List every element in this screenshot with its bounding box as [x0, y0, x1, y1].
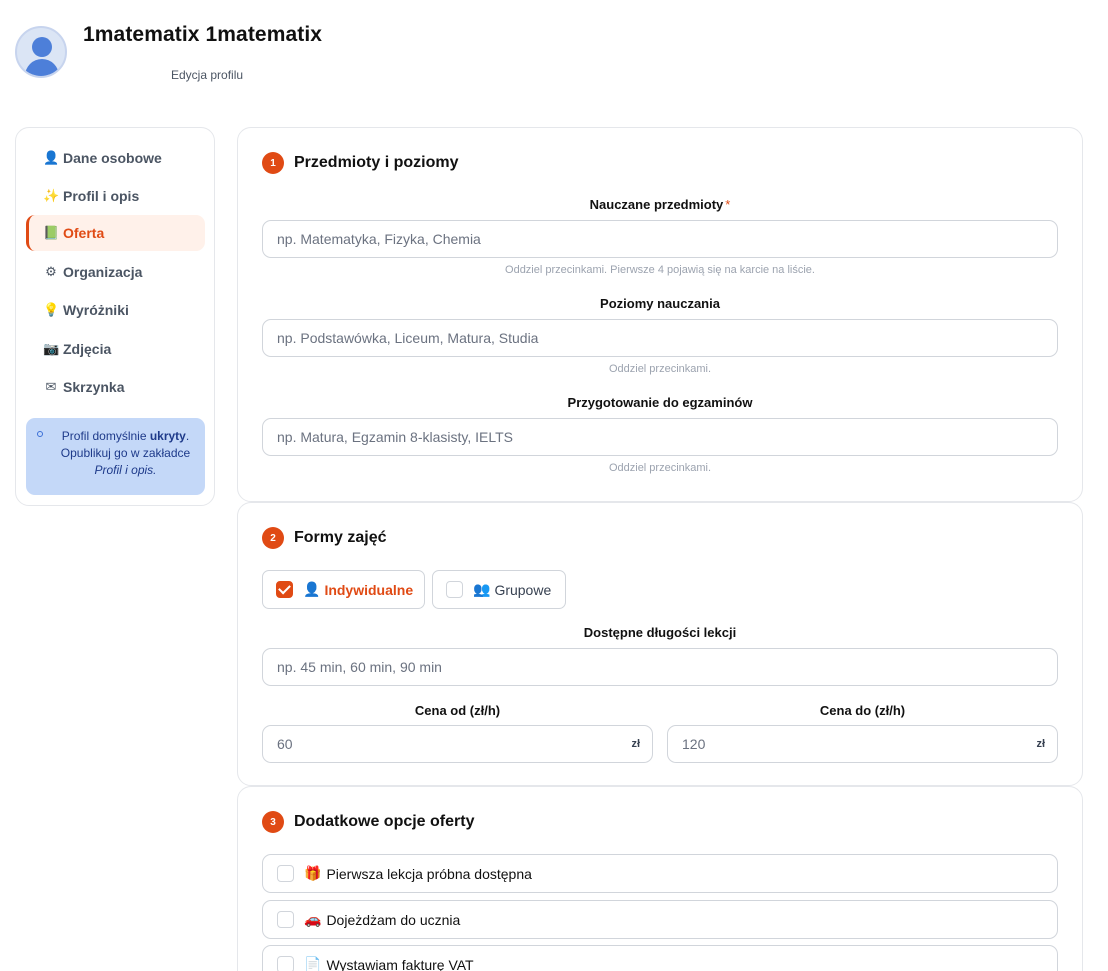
option-travel-to-student[interactable]: 🚗 Dojeżdżam do ucznia	[262, 900, 1058, 939]
price-to-input[interactable]: 120 zł	[667, 725, 1058, 763]
camera-icon: 📷	[43, 341, 60, 356]
section-header: 3 Dodatkowe opcje oferty	[262, 811, 474, 833]
section-header: 2 Formy zajęć	[262, 527, 386, 549]
avatar-body-shape	[25, 59, 59, 76]
subjects-input[interactable]: np. Matematyka, Fizyka, Chemia	[262, 220, 1058, 258]
sidebar-item-label: Oferta	[63, 225, 105, 241]
sidebar-item-oferta[interactable]: 📗 Oferta	[26, 215, 205, 251]
price-from-input[interactable]: 60 zł	[262, 725, 653, 763]
form-individual-option[interactable]: 👤 Indywidualne	[262, 570, 425, 609]
lesson-lengths-label: Dostępne długości lekcji	[583, 625, 737, 640]
profile-subtitle: Edycja profilu	[171, 68, 244, 82]
sparkles-icon: ✨	[43, 188, 60, 203]
option-trial-lesson[interactable]: 🎁 Pierwsza lekcja próbna dostępna	[262, 854, 1058, 893]
section-number-badge: 2	[262, 527, 284, 549]
profile-edit-page: 1matematix 1matematix Edycja profilu 👤 D…	[0, 0, 1108, 971]
people-icon: 👥	[473, 581, 491, 597]
envelope-icon: ✉	[45, 379, 57, 394]
sidebar-item-wyrozniki[interactable]: 💡 Wyróżniki	[26, 292, 205, 328]
subjects-label: Nauczane przedmioty *	[589, 197, 731, 212]
gift-icon: 🎁	[304, 865, 322, 881]
exams-hint: Oddziel przecinkami.	[608, 462, 712, 474]
section-title: Przedmioty i poziomy	[294, 154, 459, 171]
notice-hidden-word: ukryty	[149, 429, 186, 443]
section-title: Formy zajęć	[294, 529, 387, 546]
sidebar-item-label: Skrzynka	[63, 379, 125, 395]
currency-suffix: zł	[631, 738, 640, 750]
section-extra-options: 3 Dodatkowe opcje oferty 🎁 Pierwsza lekc…	[237, 786, 1083, 971]
levels-input[interactable]: np. Podstawówka, Liceum, Matura, Studia	[262, 319, 1058, 357]
checkbox[interactable]	[446, 581, 463, 598]
form-label: Grupowe	[494, 581, 552, 598]
exams-label: Przygotowanie do egzaminów	[567, 395, 753, 410]
form-label: Indywidualne	[324, 581, 414, 598]
checkbox[interactable]	[277, 865, 294, 882]
section-header: 1 Przedmioty i poziomy	[262, 152, 458, 174]
notice-line-1: Profil domyślnie ukryty.	[61, 429, 190, 443]
section-number-badge: 3	[262, 811, 284, 833]
currency-suffix: zł	[1036, 738, 1045, 750]
checkbox[interactable]	[277, 956, 294, 971]
sidebar-item-label: Dane osobowe	[63, 150, 162, 166]
avatar-head-shape	[32, 37, 52, 57]
document-icon: 📄	[304, 956, 322, 971]
sidebar-item-organizacja[interactable]: ⚙ Organizacja	[26, 254, 205, 290]
checkbox-checked[interactable]	[276, 581, 293, 598]
option-vat-invoice[interactable]: 📄 Wystawiam fakturę VAT	[262, 945, 1058, 971]
gear-icon: ⚙	[45, 264, 57, 279]
option-label: Pierwsza lekcja próbna dostępna	[326, 865, 532, 882]
lesson-lengths-input[interactable]: np. 45 min, 60 min, 90 min	[262, 648, 1058, 686]
sidebar-item-label: Zdjęcia	[63, 341, 112, 357]
subjects-hint: Oddziel przecinkami. Pierwsze 4 pojawią …	[505, 264, 815, 276]
section-subjects-levels: 1 Przedmioty i poziomy Nauczane przedmio…	[237, 127, 1083, 502]
form-group-option[interactable]: 👥 Grupowe	[432, 570, 566, 609]
car-icon: 🚗	[304, 911, 322, 927]
option-label: Wystawiam fakturę VAT	[326, 956, 474, 971]
notice-line-3[interactable]: Profil i opis.	[56, 462, 195, 479]
visibility-notice: Profil domyślnie ukryty. Opublikuj go w …	[26, 418, 205, 495]
sidebar-item-profil-i-opis[interactable]: ✨ Profil i opis	[26, 178, 205, 214]
person-icon: 👤	[303, 581, 321, 597]
avatar[interactable]	[15, 26, 67, 78]
info-icon	[37, 431, 43, 437]
profile-name: 1matematix 1matematix	[83, 23, 323, 46]
book-icon: 📗	[43, 225, 60, 240]
sidebar-item-label: Organizacja	[63, 264, 143, 280]
lightbulb-icon: 💡	[43, 302, 60, 317]
sidebar-item-label: Profil i opis	[63, 188, 140, 204]
section-number-badge: 1	[262, 152, 284, 174]
sidebar-item-label: Wyróżniki	[63, 302, 129, 318]
required-asterisk: *	[725, 197, 731, 212]
price-from-label: Cena od (zł/h)	[414, 703, 501, 718]
section-title: Dodatkowe opcje oferty	[294, 813, 475, 830]
exams-input[interactable]: np. Matura, Egzamin 8-klasisty, IELTS	[262, 418, 1058, 456]
sidebar-item-zdjecia[interactable]: 📷 Zdjęcia	[26, 331, 205, 367]
price-to-label: Cena do (zł/h)	[819, 703, 906, 718]
checkbox[interactable]	[277, 911, 294, 928]
sidebar-item-dane-osobowe[interactable]: 👤 Dane osobowe	[26, 140, 205, 176]
levels-hint: Oddziel przecinkami.	[608, 363, 712, 375]
sidebar: 👤 Dane osobowe ✨ Profil i opis 📗 Oferta …	[15, 127, 215, 506]
levels-label: Poziomy nauczania	[600, 296, 720, 311]
option-label: Dojeżdżam do ucznia	[326, 911, 461, 928]
person-icon: 👤	[43, 150, 60, 165]
section-class-forms: 2 Formy zajęć 👤 Indywidualne 👥 Grupowe D…	[237, 502, 1083, 786]
sidebar-item-skrzynka[interactable]: ✉ Skrzynka	[26, 369, 205, 405]
notice-line-2: Opublikuj go w zakładce	[60, 446, 191, 460]
